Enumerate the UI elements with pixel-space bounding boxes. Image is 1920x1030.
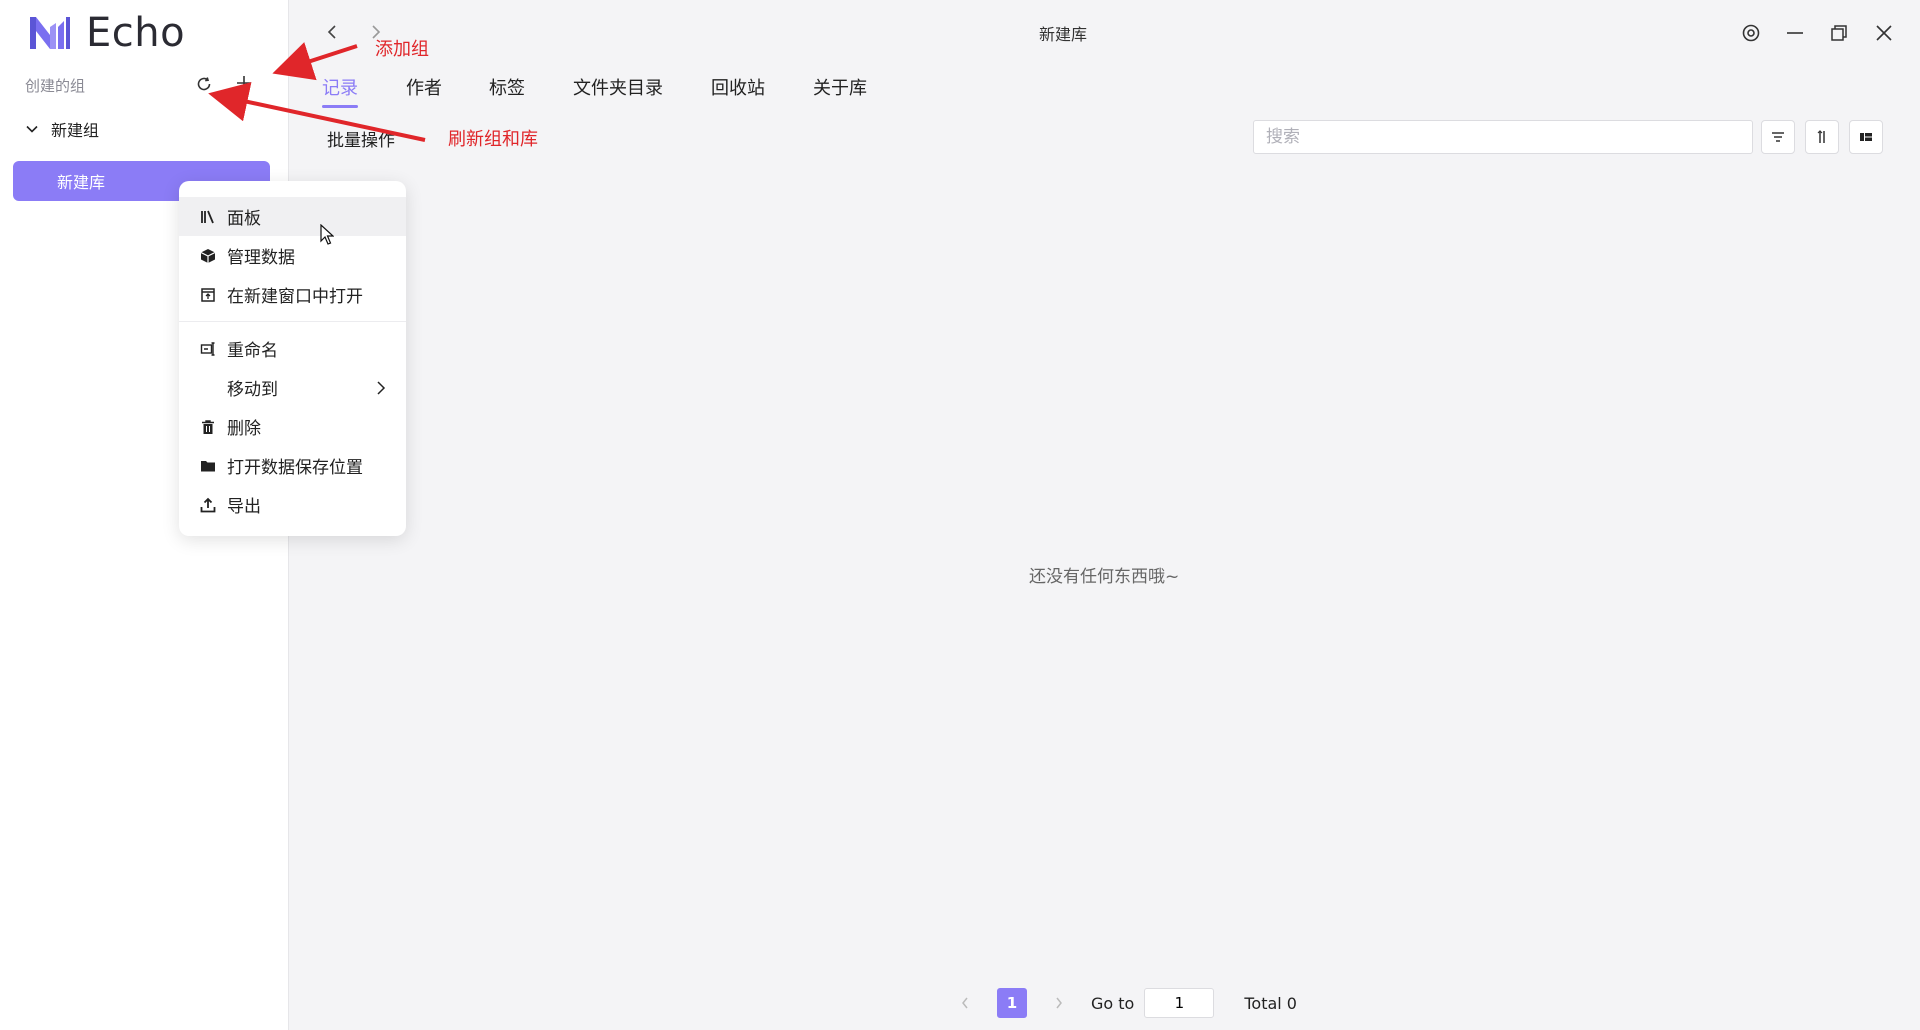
menu-item-label: 导出 bbox=[227, 497, 261, 517]
pagination: 1 Go to Total 0 bbox=[955, 988, 1297, 1018]
menu-item-label: 管理数据 bbox=[227, 248, 295, 268]
annotation-add-group: 添加组 bbox=[375, 39, 429, 60]
sort-button[interactable] bbox=[1805, 120, 1839, 154]
panel-icon bbox=[199, 208, 217, 226]
menu-item-open-new-window[interactable]: 在新建窗口中打开 bbox=[179, 275, 406, 314]
settings-icon bbox=[1742, 24, 1760, 42]
annotation-refresh: 刷新组和库 bbox=[448, 129, 538, 150]
sort-icon bbox=[1817, 130, 1825, 143]
plus-icon bbox=[237, 76, 251, 90]
layout-button[interactable] bbox=[1849, 120, 1883, 154]
add-group-arrow bbox=[272, 42, 358, 81]
minimize-button[interactable] bbox=[1782, 20, 1808, 46]
export-icon bbox=[199, 496, 217, 514]
chevron-right-icon bbox=[377, 381, 386, 395]
group-name: 新建组 bbox=[51, 121, 100, 140]
search-input[interactable] bbox=[1253, 120, 1753, 154]
menu-item-label: 在新建窗口中打开 bbox=[227, 287, 363, 307]
filter-icon bbox=[1772, 132, 1784, 142]
goto-label: Go to bbox=[1091, 993, 1135, 1013]
tab-tags[interactable]: 标签 bbox=[489, 74, 525, 108]
tab-about-library[interactable]: 关于库 bbox=[813, 74, 867, 108]
menu-item-manage-data[interactable]: 管理数据 bbox=[179, 236, 406, 275]
chevron-left-icon bbox=[962, 997, 968, 1009]
echo-logo-icon bbox=[30, 17, 70, 49]
menu-item-label: 删除 bbox=[227, 419, 261, 439]
close-icon bbox=[1876, 25, 1892, 41]
menu-item-label: 移动到 bbox=[227, 380, 278, 400]
total-count: Total 0 bbox=[1244, 993, 1297, 1013]
menu-item-label: 打开数据保存位置 bbox=[227, 458, 363, 478]
menu-item-rename[interactable]: 重命名 bbox=[179, 329, 406, 368]
rename-icon bbox=[199, 340, 217, 358]
cube-icon bbox=[199, 247, 217, 265]
created-groups-label: 创建的组 bbox=[25, 77, 86, 95]
tab-authors[interactable]: 作者 bbox=[406, 74, 442, 108]
menu-item-move-to[interactable]: 移动到 bbox=[179, 368, 406, 407]
tab-records[interactable]: 记录 bbox=[322, 74, 358, 108]
tab-recycle-bin[interactable]: 回收站 bbox=[711, 74, 765, 108]
menu-item-export[interactable]: 导出 bbox=[179, 485, 406, 524]
refresh-button[interactable] bbox=[193, 73, 215, 95]
menu-item-panel[interactable]: 面板 bbox=[179, 197, 406, 236]
goto-page-input[interactable] bbox=[1144, 988, 1215, 1018]
maximize-button[interactable] bbox=[1826, 20, 1852, 46]
library-tabs: 记录 作者 标签 文件夹目录 回收站 关于库 bbox=[322, 74, 867, 108]
folder-icon bbox=[199, 457, 217, 475]
app-name: Echo bbox=[86, 10, 186, 56]
next-page-button[interactable] bbox=[1049, 988, 1069, 1018]
menu-item-label: 重命名 bbox=[227, 341, 278, 361]
page-number-current[interactable]: 1 bbox=[997, 988, 1027, 1018]
chevron-right-icon bbox=[1056, 997, 1062, 1009]
trash-icon bbox=[199, 418, 217, 436]
chevron-left-icon bbox=[327, 25, 336, 39]
back-button[interactable] bbox=[320, 20, 344, 44]
restore-icon bbox=[1831, 25, 1847, 41]
library-name: 新建库 bbox=[57, 173, 106, 192]
filter-button[interactable] bbox=[1761, 120, 1795, 154]
menu-item-label: 面板 bbox=[227, 209, 261, 229]
mouse-cursor-icon bbox=[320, 224, 334, 245]
group-item[interactable]: 新建组 bbox=[25, 117, 99, 141]
tab-folders[interactable]: 文件夹目录 bbox=[573, 74, 663, 108]
empty-state-text: 还没有任何东西哦~ bbox=[1029, 567, 1180, 587]
settings-button[interactable] bbox=[1738, 20, 1764, 46]
batch-operations-button[interactable]: 批量操作 bbox=[327, 126, 395, 151]
menu-item-open-data-location[interactable]: 打开数据保存位置 bbox=[179, 446, 406, 485]
refresh-icon bbox=[197, 77, 211, 91]
layout-icon bbox=[1860, 133, 1872, 141]
chevron-down-icon bbox=[26, 125, 38, 133]
prev-page-button[interactable] bbox=[955, 988, 975, 1018]
add-group-button[interactable] bbox=[233, 72, 255, 94]
app-logo: Echo bbox=[28, 10, 185, 56]
menu-divider bbox=[179, 321, 406, 322]
close-button[interactable] bbox=[1871, 20, 1897, 46]
library-context-menu: 面板 管理数据 在新建窗口中打开 重命名 移动到 删除 打开数据保存位置 导出 bbox=[179, 181, 406, 536]
window-title: 新建库 bbox=[1039, 25, 1088, 44]
minimize-icon bbox=[1787, 32, 1803, 34]
new-window-icon bbox=[199, 286, 217, 304]
menu-item-delete[interactable]: 删除 bbox=[179, 407, 406, 446]
